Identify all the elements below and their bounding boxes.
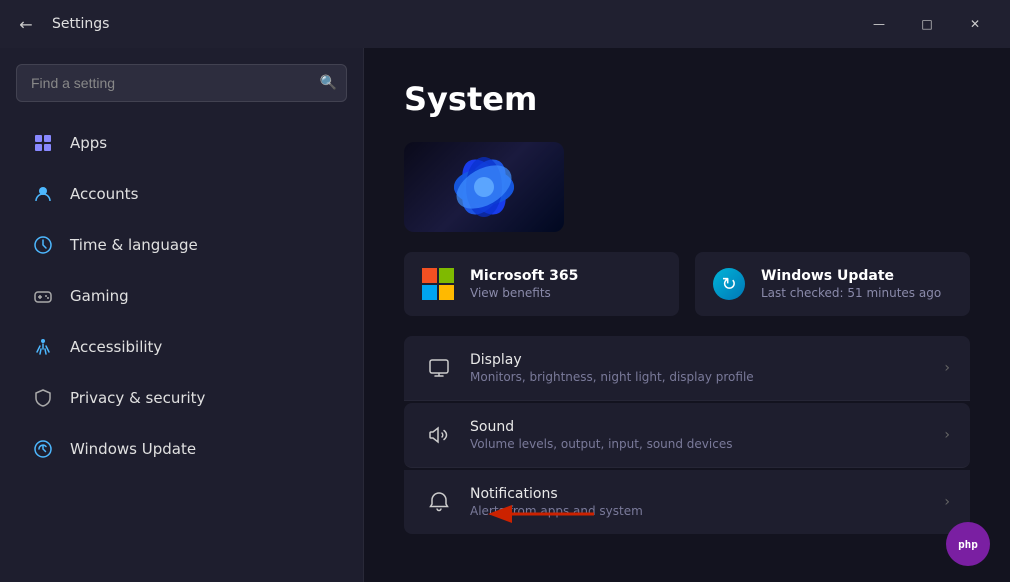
ms365-title: Microsoft 365: [470, 268, 578, 284]
minimize-button[interactable]: —: [856, 8, 902, 40]
settings-item-notifications[interactable]: Notifications Alerts from apps and syste…: [404, 470, 970, 534]
sound-icon: [424, 420, 454, 450]
sound-text: Sound Volume levels, output, input, soun…: [470, 419, 928, 451]
windows-update-nav-label: Windows Update: [70, 440, 196, 458]
maximize-button[interactable]: □: [904, 8, 950, 40]
content-area: System: [364, 48, 1010, 582]
sound-chevron: ›: [944, 427, 950, 443]
ms365-card-text: Microsoft 365 View benefits: [470, 268, 578, 300]
sidebar-item-accounts[interactable]: Accounts: [8, 169, 355, 219]
accessibility-icon: [32, 336, 54, 358]
gaming-icon: [32, 285, 54, 307]
gaming-label: Gaming: [70, 287, 129, 305]
sound-subtitle: Volume levels, output, input, sound devi…: [470, 437, 928, 451]
accounts-icon: [32, 183, 54, 205]
sidebar-item-privacy-security[interactable]: Privacy & security: [8, 373, 355, 423]
app-title: Settings: [52, 16, 109, 32]
display-chevron: ›: [944, 360, 950, 376]
windows-update-card[interactable]: ↻ Windows Update Last checked: 51 minute…: [695, 252, 970, 316]
ms365-subtitle: View benefits: [470, 286, 578, 300]
display-title: Display: [470, 352, 928, 368]
sidebar: 🔍 Apps Accounts: [0, 48, 364, 582]
apps-label: Apps: [70, 134, 107, 152]
accounts-label: Accounts: [70, 185, 138, 203]
microsoft365-card[interactable]: Microsoft 365 View benefits: [404, 252, 679, 316]
wu-title: Windows Update: [761, 268, 941, 284]
apps-icon: [32, 132, 54, 154]
update-nav-icon: [32, 438, 54, 460]
main-layout: 🔍 Apps Accounts: [0, 48, 1010, 582]
ms365-icon: [420, 266, 456, 302]
sidebar-item-gaming[interactable]: Gaming: [8, 271, 355, 321]
privacy-security-label: Privacy & security: [70, 389, 205, 407]
search-icon: 🔍: [320, 75, 337, 91]
hero-banner: [404, 142, 564, 232]
title-bar-left: ← Settings: [12, 10, 109, 38]
close-button[interactable]: ✕: [952, 8, 998, 40]
accessibility-label: Accessibility: [70, 338, 162, 356]
search-input[interactable]: [16, 64, 347, 102]
wu-card-icon: ↻: [711, 266, 747, 302]
php-badge: php: [946, 522, 990, 566]
notifications-chevron: ›: [944, 494, 950, 510]
sound-title: Sound: [470, 419, 928, 435]
display-icon: [424, 353, 454, 383]
back-button[interactable]: ←: [12, 10, 40, 38]
search-box[interactable]: 🔍: [16, 64, 347, 102]
notifications-icon: [424, 487, 454, 517]
wu-card-text: Windows Update Last checked: 51 minutes …: [761, 268, 941, 300]
sidebar-item-accessibility[interactable]: Accessibility: [8, 322, 355, 372]
privacy-icon: [32, 387, 54, 409]
time-language-label: Time & language: [70, 236, 198, 254]
time-icon: [32, 234, 54, 256]
window-controls: — □ ✕: [856, 8, 998, 40]
notifications-subtitle: Alerts from apps and system: [470, 504, 928, 518]
notifications-text: Notifications Alerts from apps and syste…: [470, 486, 928, 518]
cards-row: Microsoft 365 View benefits ↻ Windows Up…: [404, 252, 970, 316]
wu-icon-circle: ↻: [713, 268, 745, 300]
sidebar-item-windows-update[interactable]: Windows Update: [8, 424, 355, 474]
settings-item-sound[interactable]: Sound Volume levels, output, input, soun…: [404, 403, 970, 468]
settings-item-display[interactable]: Display Monitors, brightness, night ligh…: [404, 336, 970, 401]
title-bar: ← Settings — □ ✕: [0, 0, 1010, 48]
display-text: Display Monitors, brightness, night ligh…: [470, 352, 928, 384]
notifications-title: Notifications: [470, 486, 928, 502]
display-subtitle: Monitors, brightness, night light, displ…: [470, 370, 928, 384]
settings-list: Display Monitors, brightness, night ligh…: [404, 336, 970, 534]
sidebar-item-time-language[interactable]: Time & language: [8, 220, 355, 270]
sidebar-item-apps[interactable]: Apps: [8, 118, 355, 168]
wu-subtitle: Last checked: 51 minutes ago: [761, 286, 941, 300]
page-title: System: [404, 80, 970, 118]
